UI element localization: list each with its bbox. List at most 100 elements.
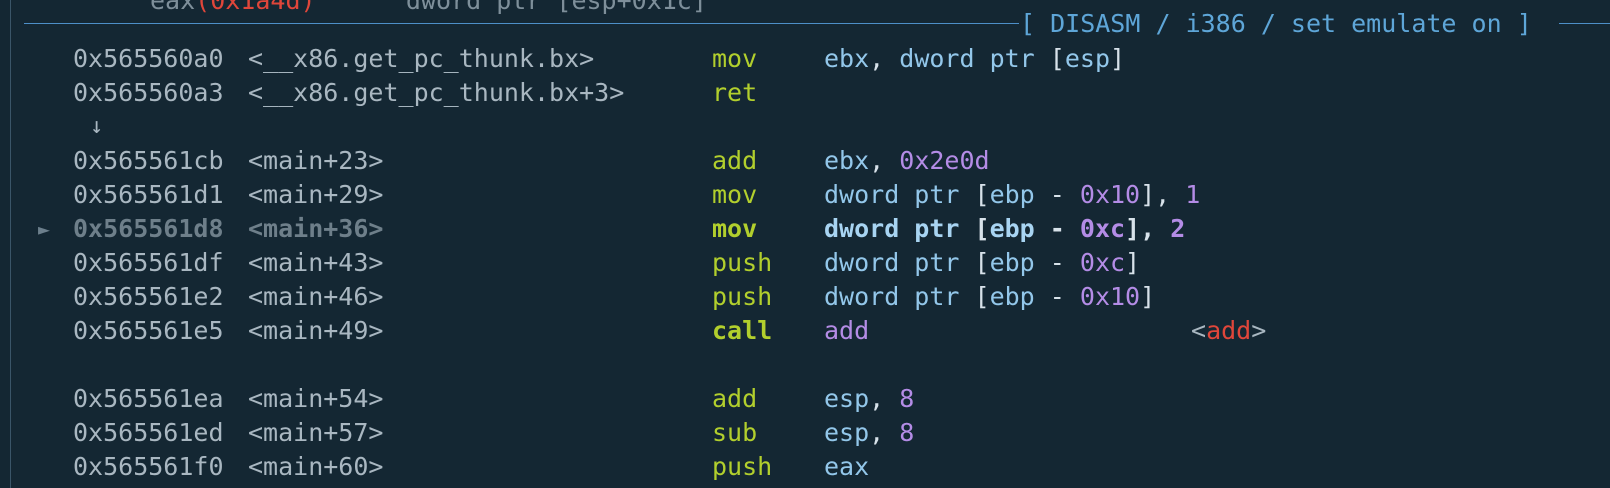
- instruction-row: [0, 348, 1610, 382]
- instruction-symbol: <__x86.get_pc_thunk.bx+3>: [248, 78, 625, 107]
- instruction-symbol: <main+57>: [248, 418, 384, 447]
- operand-token: add: [824, 316, 870, 345]
- operand-token: -: [1034, 180, 1080, 209]
- instruction-mnemonic: mov: [712, 214, 758, 243]
- instruction-row: 0x565560a3 <__x86.get_pc_thunk.bx+3> ret: [0, 76, 1610, 110]
- operand-token: [: [974, 180, 990, 209]
- operand-token: 8: [899, 384, 915, 413]
- disassembly-listing: 0x565560a0 <__x86.get_pc_thunk.bx>mov ebx,…: [0, 42, 1610, 484]
- instruction-address: 0x565561cb: [73, 146, 224, 175]
- instruction-mnemonic: push: [712, 282, 773, 311]
- instruction-operands: ebx, dword ptr [esp]: [824, 42, 1125, 76]
- instruction-mnemonic: ret: [712, 78, 758, 107]
- instruction-row: 0x565561cb <main+23> add ebx, 0x2e0d: [0, 144, 1610, 178]
- operand-token: ebx: [824, 146, 870, 175]
- instruction-operands: esp, 8: [824, 382, 914, 416]
- instruction-operands: dword ptr [ebp - 0xc], 2: [824, 212, 1185, 246]
- instruction-address: 0x565560a3: [73, 78, 224, 107]
- operand-token: ebp: [989, 180, 1035, 209]
- instruction-mnemonic: mov: [712, 180, 758, 209]
- operand-token: 0x10: [1079, 180, 1141, 209]
- current-instruction-row: ► 0x565561d8 <main+36> mov dword ptr [ebp - …: [0, 212, 1610, 246]
- instruction-operands: esp, 8: [824, 416, 914, 450]
- operand-token: 2: [1170, 214, 1186, 243]
- operand-token: ],: [1140, 180, 1186, 209]
- annotation-bracket-close: >: [1251, 316, 1267, 345]
- disasm-header-title: [ DISASM / i386 / set emulate on ]: [1020, 9, 1532, 38]
- instruction-operands: add: [824, 314, 869, 348]
- operand-token: ebp: [989, 282, 1035, 311]
- instruction-symbol: <main+54>: [248, 384, 384, 413]
- instruction-address: 0x565560a0: [73, 44, 224, 73]
- operand-token: ,: [869, 384, 900, 413]
- operand-token: esp: [824, 418, 870, 447]
- instruction-mnemonic: sub: [712, 418, 758, 447]
- instruction-row: 0x565561f0 <main+60> push eax: [0, 450, 1610, 484]
- operand-token: ]: [1110, 44, 1126, 73]
- instruction-operands: eax: [824, 450, 869, 484]
- instruction-symbol: <main+60>: [248, 452, 384, 481]
- operand-token: dword ptr: [824, 248, 975, 277]
- operand-token: ebp: [989, 248, 1035, 277]
- operand-token: 0xc: [1079, 214, 1126, 243]
- instruction-address: 0x565561ea: [73, 384, 224, 413]
- instruction-address: 0x565561d8: [73, 214, 224, 243]
- operand-token: 8: [899, 418, 915, 447]
- instruction-row: ↓: [0, 110, 1610, 144]
- operand-token: esp: [824, 384, 870, 413]
- operand-token: ]: [1125, 248, 1141, 277]
- instruction-symbol: <main+43>: [248, 248, 384, 277]
- operand-token: ],: [1125, 214, 1171, 243]
- previous-pane-fragment: eax(0x1a4d) dword ptr [esp+0x1c]: [150, 0, 707, 15]
- instruction-mnemonic: add: [712, 384, 758, 413]
- instruction-address: 0x565561e2: [73, 282, 224, 311]
- instruction-address: 0x565561f0: [73, 452, 224, 481]
- operand-token: ebx: [824, 44, 870, 73]
- instruction-address: 0x565561df: [73, 248, 224, 277]
- operand-token: [: [1049, 44, 1065, 73]
- instruction-symbol: <main+23>: [248, 146, 384, 175]
- operand-token: -: [1034, 282, 1080, 311]
- annotation-bracket-open: <: [1191, 316, 1207, 345]
- operand-token: -: [1034, 248, 1080, 277]
- header-line-left: [24, 23, 1019, 24]
- instruction-mnemonic: push: [712, 452, 773, 481]
- operand-token: dword ptr: [824, 214, 975, 243]
- operand-token: dword ptr: [824, 180, 975, 209]
- instruction-row: 0x565561ea <main+54> add esp, 8: [0, 382, 1610, 416]
- operand-token: [: [974, 248, 990, 277]
- instruction-symbol: <main+29>: [248, 180, 384, 209]
- instruction-mnemonic: call: [712, 316, 773, 345]
- instruction-symbol: <main+36>: [248, 214, 384, 243]
- instruction-symbol: <__x86.get_pc_thunk.bx>: [248, 44, 595, 73]
- instruction-address: 0x565561e5: [73, 316, 224, 345]
- operand-token: ,: [869, 146, 900, 175]
- instruction-row: 0x565561df <main+43> push dword ptr [ebp - …: [0, 246, 1610, 280]
- operand-token: ]: [1140, 282, 1156, 311]
- operand-token: dword ptr: [824, 282, 975, 311]
- operand-token: [: [974, 282, 990, 311]
- operand-token: ,: [869, 44, 900, 73]
- instruction-mnemonic: add: [712, 146, 758, 175]
- operand-token: dword ptr: [899, 44, 1050, 73]
- current-pc-marker-icon: ►: [38, 217, 51, 241]
- jump-arrow-down-icon: ↓: [90, 114, 104, 139]
- header-line-right: [1559, 23, 1610, 24]
- instruction-operands: dword ptr [ebp - 0xc]: [824, 246, 1140, 280]
- annotation-symbol: add: [1206, 316, 1252, 345]
- operand-token: eax: [824, 452, 870, 481]
- operand-token: -: [1034, 214, 1080, 243]
- instruction-operands: dword ptr [ebp - 0x10], 1: [824, 178, 1200, 212]
- operand-token: 0x2e0d: [899, 146, 990, 175]
- instruction-row: 0x565561d1 <main+29> mov dword ptr [ebp - 0…: [0, 178, 1610, 212]
- instruction-mnemonic: push: [712, 248, 773, 277]
- instruction-symbol: <main+49>: [248, 316, 384, 345]
- instruction-address: 0x565561ed: [73, 418, 224, 447]
- operand-token: esp: [1064, 44, 1110, 73]
- operand-token: ebp: [989, 214, 1035, 243]
- operand-token: ,: [869, 418, 900, 447]
- operand-token: 1: [1185, 180, 1201, 209]
- operand-token: [: [974, 214, 990, 243]
- instruction-operands: dword ptr [ebp - 0x10]: [824, 280, 1155, 314]
- call-target-annotation: <add>: [1191, 314, 1266, 348]
